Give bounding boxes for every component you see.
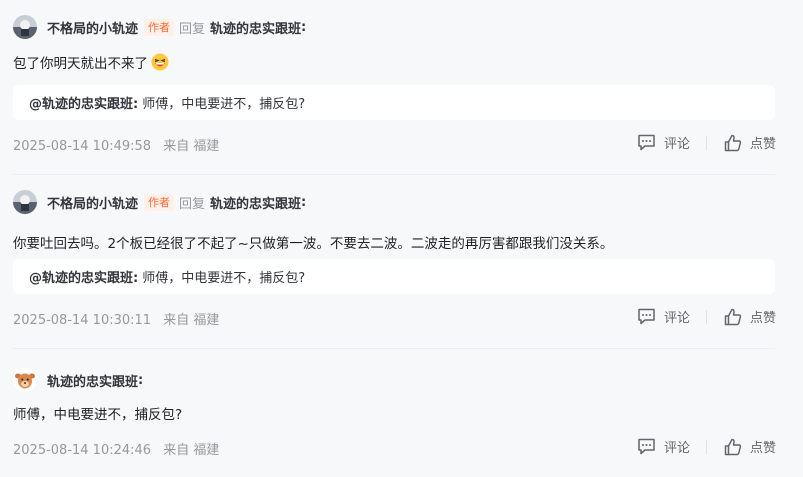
reply-target-name[interactable]: 轨迹的忠实跟班 [210,18,301,37]
comment-text: 师傅，中电要进不，捕反包? [13,403,182,423]
comment-text-content: 包了你明天就出不来了 [13,56,148,72]
comment-button-label: 评论 [663,441,690,456]
comment-button-label: 评论 [663,311,690,326]
comment-actions: 评论 点赞 [637,133,776,152]
comment-actions: 评论 点赞 [637,307,776,326]
timestamp: 2025-08-14 10:30:11 [13,313,152,328]
comment-header: 不格局的小轨迹 作者 回复 轨迹的忠实跟班 : [13,14,306,40]
reply-label: 回复 [179,196,206,212]
quoted-author[interactable]: @轨迹的忠实跟班: [29,93,138,112]
like-button[interactable]: 点赞 [724,133,776,152]
comment-meta: 2025-08-14 10:24:46 来自 福建 [13,439,219,458]
divider [13,348,775,349]
comment-text: 包了你明天就出不来了 [13,52,169,72]
comment-button[interactable]: 评论 [637,133,690,152]
action-separator [705,309,707,324]
location: 来自 福建 [163,443,220,458]
comment-text-content: 你要吐回去吗。2个板已经很了不起了~只做第一波。不要去二波。二波走的再厉害都跟我… [13,236,614,252]
quoted-comment[interactable]: @轨迹的忠实跟班: 师傅，中电要进不，捕反包? [13,85,775,120]
comment-header: 轨迹的忠实跟班 : [13,367,143,393]
thumbs-up-icon [724,134,742,151]
comment-meta: 2025-08-14 10:30:11 来自 福建 [13,309,219,328]
location: 来自 福建 [163,139,220,154]
reply-label: 回复 [179,21,206,37]
author-name[interactable]: 不格局的小轨迹 [47,193,138,212]
timestamp: 2025-08-14 10:49:58 [13,139,152,154]
avatar[interactable] [13,190,37,214]
author-badge: 作者 [144,18,175,36]
comment-meta: 2025-08-14 10:49:58 来自 福建 [13,135,219,154]
action-separator [705,439,707,454]
quoted-comment[interactable]: @轨迹的忠实跟班: 师傅，中电要进不，捕反包? [13,259,775,294]
comment-icon [638,438,655,455]
laughing-emoji-icon [151,53,169,71]
comment-text-content: 师傅，中电要进不，捕反包? [13,407,183,423]
quoted-author[interactable]: @轨迹的忠实跟班: [29,267,138,286]
comment-button-label: 评论 [663,137,690,152]
comment-text: 你要吐回去吗。2个板已经很了不起了~只做第一波。不要去二波。二波走的再厉害都跟我… [13,232,613,252]
comment-actions: 评论 点赞 [637,437,776,456]
location: 来自 福建 [163,313,220,328]
comment-button[interactable]: 评论 [637,437,690,456]
reply-target-name[interactable]: 轨迹的忠实跟班 [210,193,301,212]
header-colon: : [301,194,307,210]
like-button-label: 点赞 [749,441,776,456]
quoted-text: 师傅，中电要进不，捕反包? [142,97,306,112]
author-name[interactable]: 轨迹的忠实跟班 [47,371,138,390]
header-colon: : [138,372,144,388]
like-button[interactable]: 点赞 [724,437,776,456]
like-button-label: 点赞 [749,311,776,326]
like-button-label: 点赞 [749,137,776,152]
divider [13,174,775,175]
quoted-text: 师傅，中电要进不，捕反包? [142,271,306,286]
comment-icon [638,308,655,325]
comment-header: 不格局的小轨迹 作者 回复 轨迹的忠实跟班 : [13,189,306,215]
header-colon: : [301,19,307,35]
avatar[interactable] [13,368,37,392]
thumbs-up-icon [724,308,742,325]
author-badge: 作者 [144,193,175,211]
avatar[interactable] [13,15,37,39]
thumbs-up-icon [724,438,742,455]
comment-button[interactable]: 评论 [637,307,690,326]
author-name[interactable]: 不格局的小轨迹 [47,18,138,37]
comment-icon [638,134,655,151]
like-button[interactable]: 点赞 [724,307,776,326]
action-separator [705,135,707,150]
comment-thread: 不格局的小轨迹 作者 回复 轨迹的忠实跟班 : 包了你明天就出不来了 @轨迹的忠… [0,0,803,477]
timestamp: 2025-08-14 10:24:46 [13,443,152,458]
